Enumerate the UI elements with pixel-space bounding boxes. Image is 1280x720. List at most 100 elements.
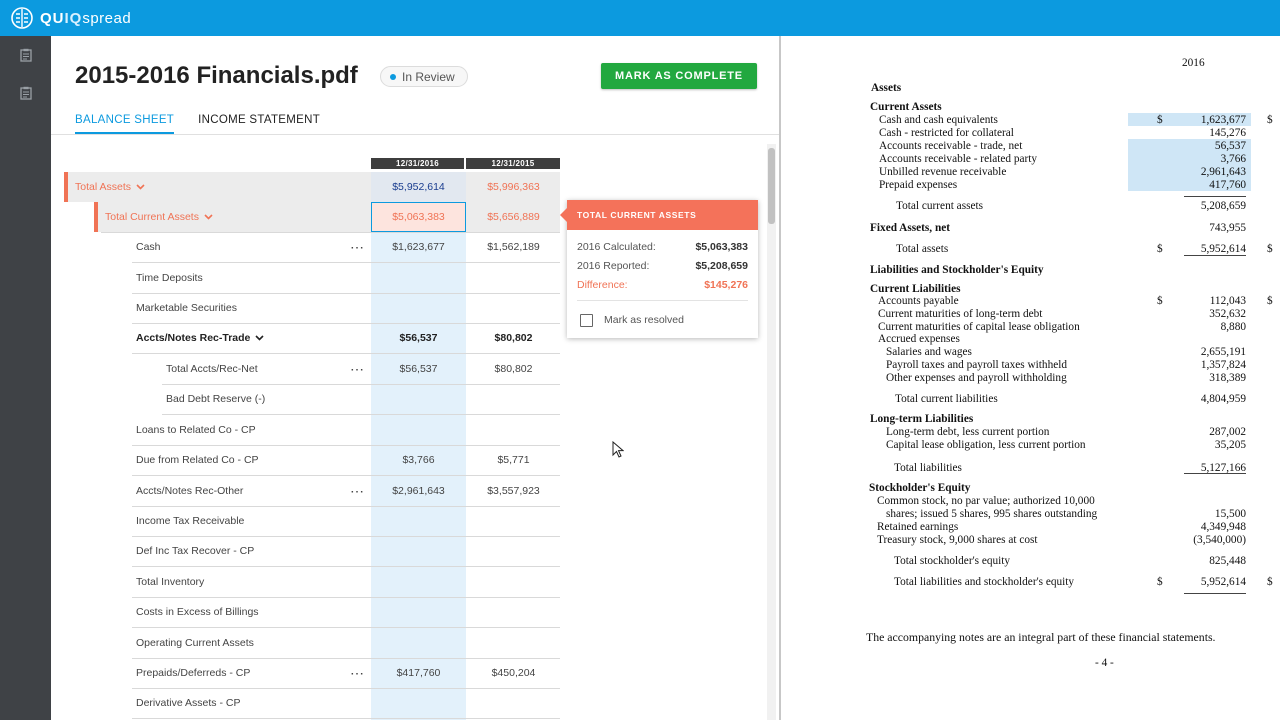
value-2015[interactable] (466, 293, 561, 323)
table-row[interactable]: Income Tax Receivable (64, 506, 560, 536)
mark-as-complete-button[interactable]: MARK AS COMPLETE (601, 63, 757, 89)
clipboard-icon (19, 86, 32, 100)
value-2016[interactable] (371, 506, 466, 536)
row-label: Total Inventory (136, 576, 205, 588)
document-line-amount: 825,448 (1209, 555, 1246, 567)
table-row[interactable]: Accts/Notes Rec-Trade $56,537 $80,802 (64, 323, 560, 353)
row-label: Loans to Related Co - CP (136, 424, 256, 436)
logo-part-b: IQ (64, 9, 83, 27)
value-2016[interactable] (371, 293, 466, 323)
row-label: Def Inc Tax Recover - CP (136, 545, 255, 557)
mouse-cursor-icon (612, 441, 624, 458)
grid-scrollbar[interactable] (767, 144, 776, 720)
mark-as-resolved-checkbox[interactable] (580, 314, 593, 327)
table-row[interactable]: Time Deposits (64, 263, 560, 293)
value-2016[interactable] (371, 567, 466, 597)
table-row[interactable]: Def Inc Tax Recover - CP (64, 536, 560, 566)
callout-difference-value: $145,276 (704, 279, 748, 291)
value-2016[interactable] (371, 263, 466, 293)
app-logo[interactable]: QUIQspread (40, 10, 131, 27)
tab-balance-sheet[interactable]: BALANCE SHEET (75, 114, 175, 134)
more-actions-icon[interactable]: ⋯ (350, 232, 364, 262)
status-badge: In Review (380, 66, 468, 87)
document-line-amount: 3,766 (1220, 153, 1246, 165)
document-line-label: Current maturities of long-term debt (878, 308, 1043, 320)
document-line-label: Long-term debt, less current portion (886, 426, 1050, 438)
row-label: Derivative Assets - CP (136, 697, 241, 709)
table-row[interactable]: Loans to Related Co - CP (64, 415, 560, 445)
total-marker-bar (94, 202, 98, 232)
value-2016[interactable] (371, 415, 466, 445)
table-row[interactable]: Marketable Securities (64, 293, 560, 323)
brain-logo-icon (11, 7, 33, 29)
value-2015[interactable] (466, 506, 561, 536)
table-row[interactable]: Costs in Excess of Billings (64, 597, 560, 627)
document-line-amount: 56,537 (1214, 140, 1246, 152)
table-row[interactable]: Prepaids/Deferreds - CP ⋯ $417,760 $450,204 (64, 658, 560, 688)
sidebar-item-documents[interactable] (0, 36, 51, 74)
value-2015[interactable]: $450,204 (466, 658, 561, 688)
value-2015[interactable] (466, 536, 561, 566)
value-2015[interactable]: $80,802 (466, 354, 561, 384)
value-2015[interactable]: $5,771 (466, 445, 561, 475)
table-row[interactable]: Operating Current Assets (64, 628, 560, 658)
value-2016[interactable] (371, 384, 466, 414)
tab-income-statement[interactable]: INCOME STATEMENT (198, 114, 320, 134)
value-2015[interactable] (466, 688, 561, 718)
more-actions-icon[interactable]: ⋯ (350, 354, 364, 384)
chevron-down-icon[interactable] (136, 181, 145, 193)
row-label: Income Tax Receivable (136, 515, 245, 527)
value-2016[interactable] (371, 597, 466, 627)
value-2016[interactable]: $56,537 (371, 354, 466, 384)
tab-underline (51, 134, 779, 135)
table-row[interactable]: Cash ⋯ $1,623,677 $1,562,189 (64, 232, 560, 262)
value-2015[interactable]: $1,562,189 (466, 232, 561, 262)
value-2016[interactable]: $56,537 (371, 323, 466, 353)
table-row[interactable]: Total Inventory (64, 567, 560, 597)
table-row[interactable]: Accts/Notes Rec-Other ⋯ $2,961,643 $3,557,9… (64, 476, 560, 506)
status-label: In Review (402, 69, 455, 84)
value-2016[interactable]: $3,766 (371, 445, 466, 475)
row-label: Marketable Securities (136, 302, 237, 314)
table-row[interactable]: Bad Debt Reserve (-) (64, 384, 560, 414)
page-title: 2015-2016 Financials.pdf (75, 62, 358, 89)
value-2016[interactable]: $2,961,643 (371, 476, 466, 506)
value-2016[interactable] (371, 536, 466, 566)
total-row[interactable]: Total Assets $5,952,614 $5,996,363 (64, 172, 560, 202)
pane-divider[interactable] (779, 36, 791, 720)
callout-calculated-value: $5,063,383 (695, 241, 748, 253)
value-2016[interactable] (371, 688, 466, 718)
value-2016[interactable]: $1,623,677 (371, 232, 466, 262)
chevron-down-icon[interactable] (204, 211, 213, 223)
document-line-amount: 4,804,959 (1200, 393, 1246, 405)
value-2015[interactable] (466, 628, 561, 658)
value-2015[interactable] (466, 384, 561, 414)
more-actions-icon[interactable]: ⋯ (350, 476, 364, 506)
document-line-label: Current maturities of capital lease obli… (878, 321, 1080, 333)
sidebar-item-reports[interactable] (0, 74, 51, 112)
scrollbar-thumb[interactable] (768, 148, 775, 224)
value-2015[interactable] (466, 415, 561, 445)
document-line-amount: (3,540,000) (1193, 534, 1246, 546)
value-2015[interactable]: $80,802 (466, 323, 561, 353)
table-row[interactable]: Due from Related Co - CP $3,766 $5,771 (64, 445, 560, 475)
value-2015[interactable]: $5,656,889 (466, 202, 561, 232)
more-actions-icon[interactable]: ⋯ (350, 658, 364, 688)
status-dot-icon (390, 73, 396, 80)
value-2016[interactable]: $5,952,614 (371, 172, 466, 202)
document-line-label: Capital lease obligation, less current p… (886, 439, 1086, 451)
mark-as-resolved-label[interactable]: Mark as resolved (604, 314, 684, 326)
value-2015[interactable]: $3,557,923 (466, 476, 561, 506)
table-row[interactable]: Total Accts/Rec-Net ⋯ $56,537 $80,802 (64, 354, 560, 384)
value-2015[interactable] (466, 597, 561, 627)
value-2015[interactable] (466, 567, 561, 597)
value-2015[interactable] (466, 263, 561, 293)
value-2016[interactable]: $417,760 (371, 658, 466, 688)
document-line-amount: 8,880 (1220, 321, 1246, 333)
table-row[interactable]: Derivative Assets - CP (64, 688, 560, 718)
chevron-down-icon[interactable] (255, 332, 264, 344)
value-2016[interactable] (371, 628, 466, 658)
document-currency-symbol-edge: $ (1267, 243, 1273, 255)
value-2015[interactable]: $5,996,363 (466, 172, 561, 202)
total-row[interactable]: Total Current Assets $5,063,383 $5,656,889 (94, 202, 560, 232)
